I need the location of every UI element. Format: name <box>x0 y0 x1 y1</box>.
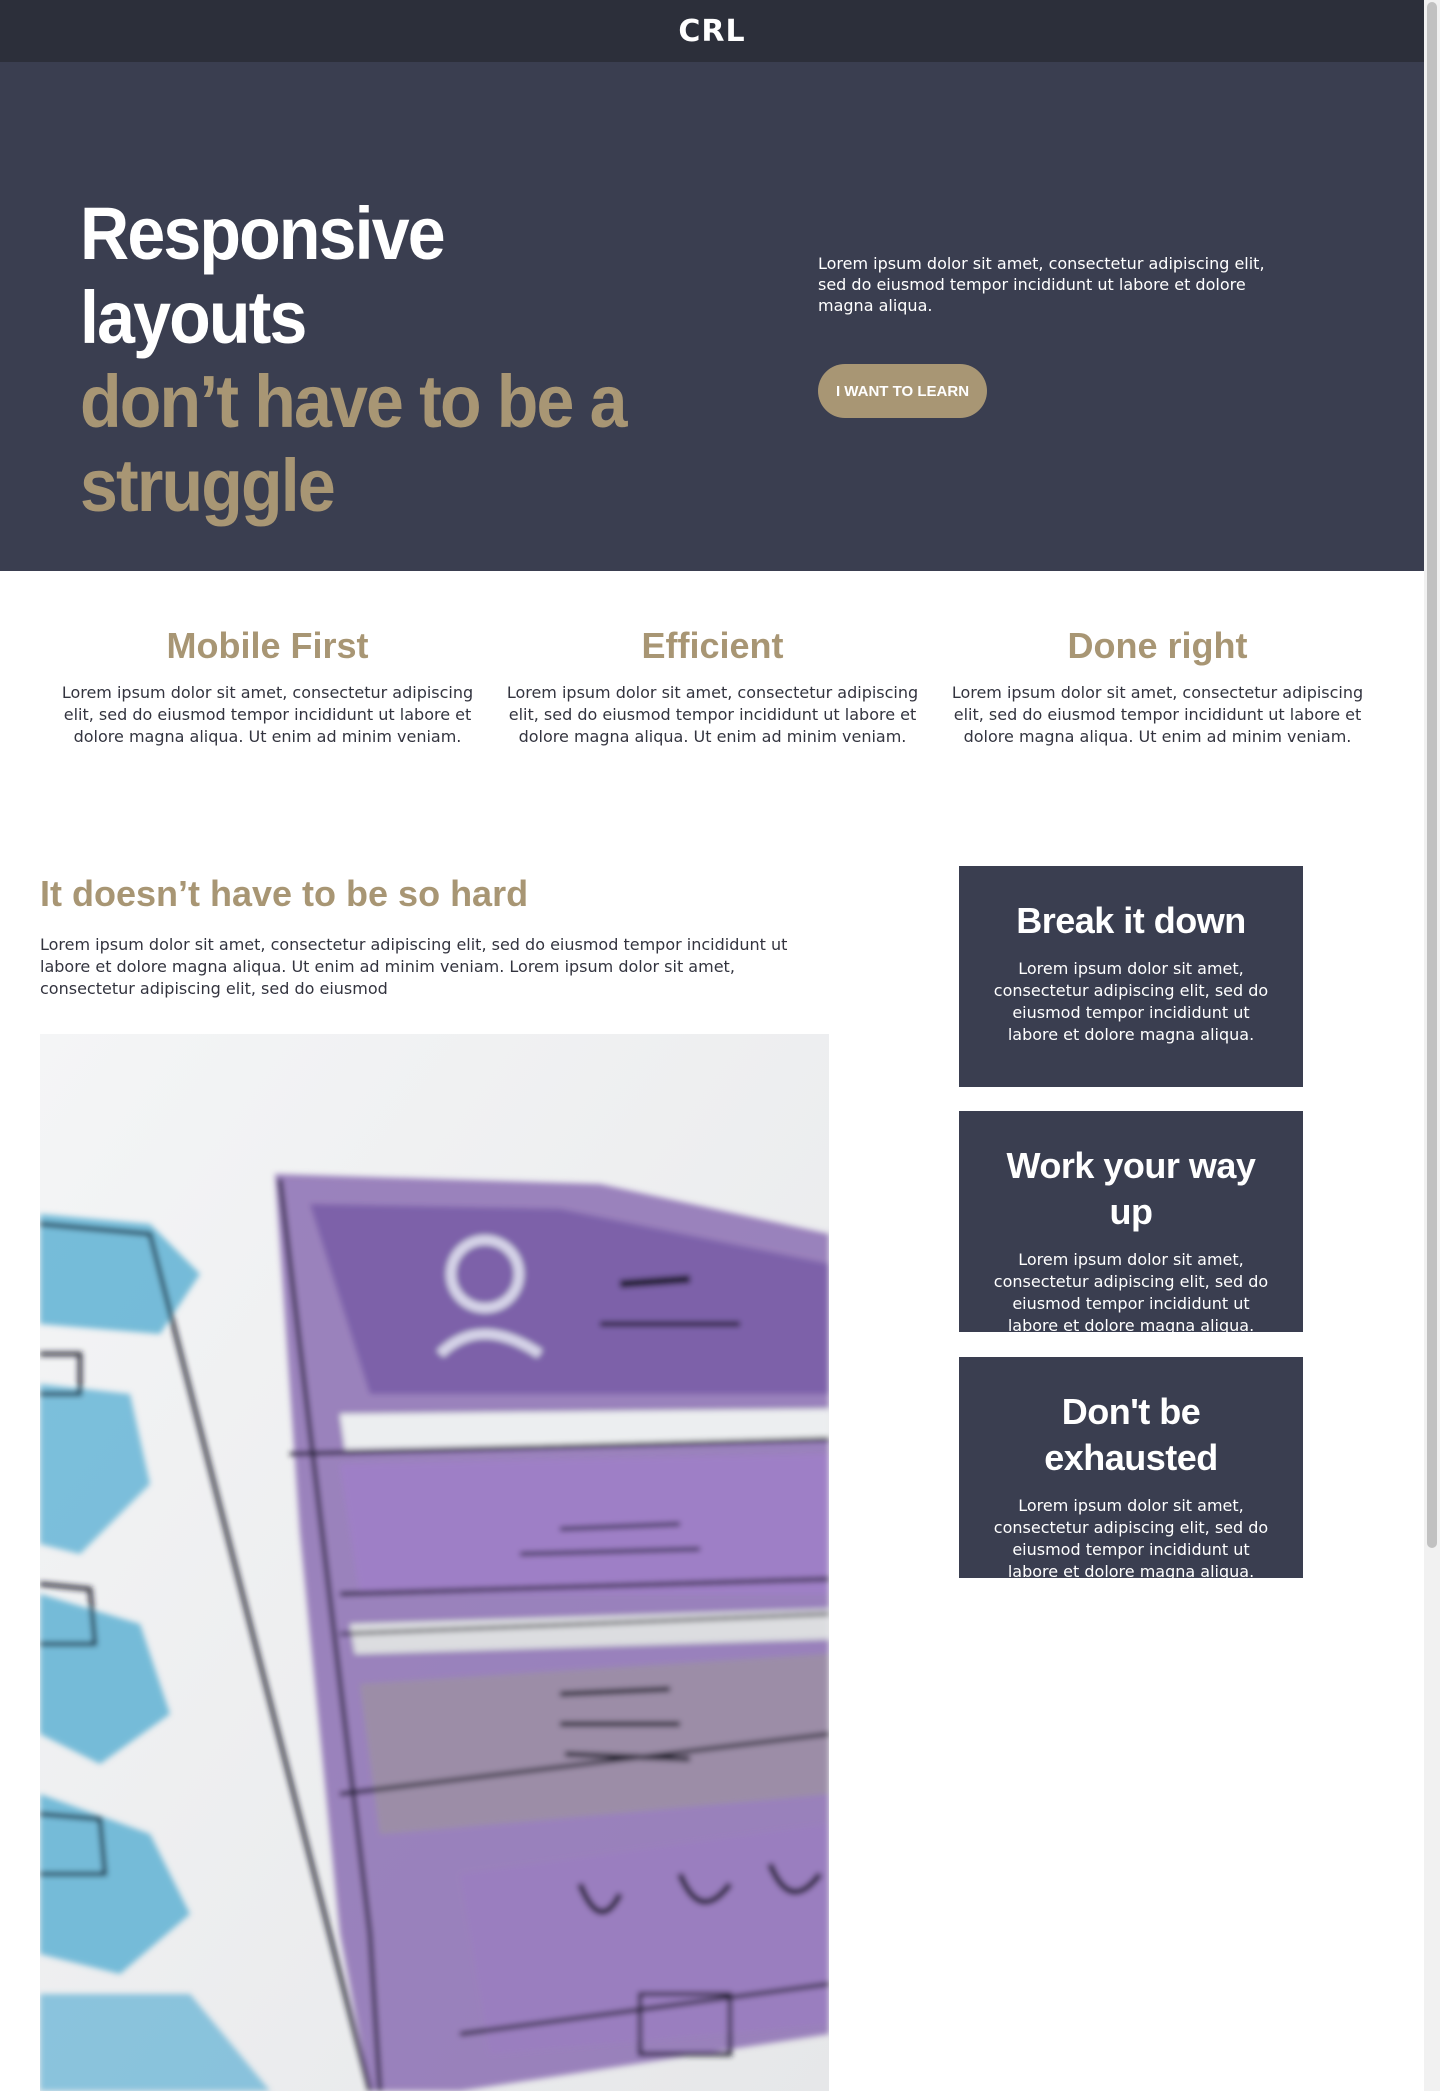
content-title: It doesn’t have to be so hard <box>40 873 529 914</box>
card-break-it-down: Break it down Lorem ipsum dolor sit amet… <box>959 866 1303 1087</box>
site-logo[interactable]: CRL <box>678 14 745 49</box>
card-text: Lorem ipsum dolor sit amet, consectetur … <box>993 1496 1269 1581</box>
wireframe-sketch-image <box>40 1034 829 2091</box>
top-navbar: CRL <box>0 0 1424 62</box>
feature-done-right: Done right Lorem ipsum dolor sit amet, c… <box>950 620 1365 760</box>
card-text: Lorem ipsum dolor sit amet, consectetur … <box>993 1250 1269 1335</box>
hero-title: Responsive layouts don’t have to be a st… <box>80 192 669 528</box>
feature-title: Done right <box>1067 625 1248 666</box>
card-title: Break it down <box>1016 900 1246 941</box>
page-scrollbar[interactable] <box>1424 0 1440 2091</box>
features-row: Mobile First Lorem ipsum dolor sit amet,… <box>60 620 1365 760</box>
feature-mobile-first: Mobile First Lorem ipsum dolor sit amet,… <box>60 620 475 760</box>
scrollbar-thumb[interactable] <box>1427 2 1437 1548</box>
hero-title-line2: don’t have to be a struggle <box>80 360 627 527</box>
card-text: Lorem ipsum dolor sit amet, consectetur … <box>993 959 1269 1044</box>
content-text: Lorem ipsum dolor sit amet, consectetur … <box>40 935 788 998</box>
feature-text: Lorem ipsum dolor sit amet, consectetur … <box>951 683 1364 746</box>
feature-title: Efficient <box>641 625 784 666</box>
card-work-your-way-up: Work your way up Lorem ipsum dolor sit a… <box>959 1111 1303 1335</box>
card-title: Work your way up <box>1006 1145 1256 1232</box>
feature-text: Lorem ipsum dolor sit amet, consectetur … <box>506 683 919 746</box>
hero-title-line1: Responsive layouts <box>80 192 446 359</box>
hero-description: Lorem ipsum dolor sit amet, consectetur … <box>818 254 1265 315</box>
feature-efficient: Efficient Lorem ipsum dolor sit amet, co… <box>505 620 920 760</box>
feature-title: Mobile First <box>166 625 369 666</box>
hero-section: Responsive layouts don’t have to be a st… <box>0 62 1424 571</box>
card-dont-be-exhausted: Don't be exhausted Lorem ipsum dolor sit… <box>959 1357 1303 1581</box>
card-title: Don't be exhausted <box>1044 1391 1218 1478</box>
feature-text: Lorem ipsum dolor sit amet, consectetur … <box>61 683 474 746</box>
learn-button[interactable]: I want to learn <box>818 364 987 418</box>
